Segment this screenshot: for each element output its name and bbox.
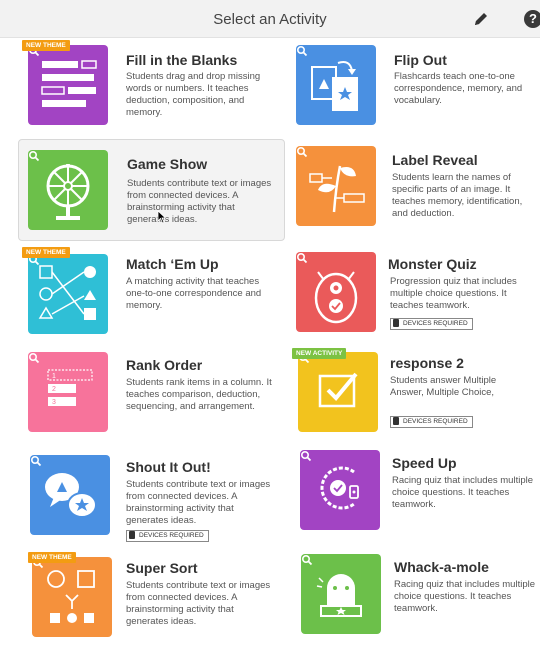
sort-shapes-icon — [47, 570, 95, 623]
phone-icon — [393, 319, 399, 328]
activity-tile[interactable] — [296, 45, 376, 125]
activity-card-flip-out[interactable]: Flip Out Flashcards teach one-to-one cor… — [290, 42, 540, 132]
activity-title: Rank Order — [126, 357, 203, 373]
monster-icon — [314, 271, 358, 324]
new-activity-badge: NEW ACTIVITY — [292, 348, 347, 359]
activity-description: Racing quiz that includes multiple choic… — [394, 579, 535, 614]
activity-card-speed-up[interactable]: Speed Up Racing quiz that includes multi… — [290, 446, 540, 538]
activity-tile[interactable] — [28, 45, 108, 125]
phone-icon — [393, 417, 399, 426]
mouse-cursor-icon — [157, 210, 167, 224]
activity-card-shout-it-out[interactable]: Shout It Out! Students contribute text o… — [22, 450, 284, 546]
activity-description: Students contribute text or images from … — [126, 479, 271, 526]
activity-title: Shout It Out! — [126, 459, 211, 475]
activity-description: Racing quiz that includes multiple choic… — [392, 475, 533, 510]
activity-description: Students rank items in a column. It teac… — [126, 377, 272, 412]
activity-description: Flashcards teach one-to-one corresponden… — [394, 71, 523, 106]
header-bar: Select an Activity ? — [0, 0, 540, 38]
zoom-icon[interactable] — [300, 450, 312, 462]
activity-card-game-show[interactable]: Game Show Students contribute text or im… — [18, 139, 285, 241]
activity-title: Whack-a-mole — [394, 559, 489, 575]
phone-icon — [129, 531, 135, 540]
rank-item: 3 — [52, 399, 56, 406]
activity-description: Progression quiz that includes multiple … — [390, 276, 517, 311]
activity-description: A matching activity that teaches one-to-… — [126, 276, 262, 311]
activity-title: Super Sort — [126, 560, 198, 576]
activity-tile[interactable] — [301, 554, 381, 634]
mole-icon — [316, 574, 362, 617]
activity-tile[interactable] — [28, 254, 108, 334]
zoom-icon[interactable] — [28, 352, 40, 364]
devices-required-badge: DEVICES REQUIRED — [390, 318, 473, 330]
prize-wheel-icon — [46, 164, 90, 220]
activity-card-super-sort[interactable]: NEW THEME Super Sort Students contribute… — [22, 550, 284, 644]
activity-card-response-2[interactable]: NEW ACTIVITY response 2 Students answer … — [290, 346, 540, 438]
activity-title: response 2 — [390, 355, 464, 371]
rank-item: 2 — [52, 386, 56, 393]
activity-card-whack-a-mole[interactable]: Whack-a-mole Racing quiz that includes m… — [290, 550, 540, 642]
zoom-icon[interactable] — [28, 150, 40, 162]
activity-title: Fill in the Blanks — [126, 52, 238, 68]
new-theme-badge: NEW THEME — [22, 40, 70, 51]
activity-tile[interactable]: 1 2 3 — [28, 352, 108, 432]
activity-title: Label Reveal — [392, 152, 478, 168]
checkbox-icon — [318, 372, 358, 408]
speech-bubbles-icon — [45, 473, 97, 518]
pencil-icon[interactable] — [472, 10, 490, 28]
activity-title: Flip Out — [394, 52, 447, 68]
page-title: Select an Activity — [213, 11, 327, 28]
rank-item: 1 — [52, 373, 56, 380]
zoom-icon[interactable] — [296, 146, 308, 158]
matching-icon — [38, 265, 96, 320]
activity-description: Students contribute text or images from … — [127, 178, 272, 225]
zoom-icon[interactable] — [30, 455, 42, 467]
speedometer-icon — [320, 466, 359, 510]
activity-title: Game Show — [127, 156, 208, 172]
activity-description: Students learn the names of specific par… — [392, 172, 523, 219]
zoom-icon[interactable] — [296, 252, 308, 264]
activity-description: Students drag and drop missing words or … — [126, 71, 261, 118]
activity-description: Students contribute text or images from … — [126, 580, 271, 627]
activity-card-monster-quiz[interactable]: Monster Quiz Progression quiz that inclu… — [290, 246, 540, 338]
activity-tile[interactable] — [296, 252, 376, 332]
activity-tile[interactable] — [28, 150, 108, 230]
activity-card-fill-in-the-blanks[interactable]: NEW THEME Fill in the Blanks Students dr… — [22, 40, 284, 132]
new-theme-badge: NEW THEME — [28, 552, 76, 563]
activity-card-rank-order[interactable]: 1 2 3 Rank Order Students rank items in … — [22, 346, 284, 438]
zoom-icon[interactable] — [301, 554, 313, 566]
new-theme-badge: NEW THEME — [22, 247, 70, 258]
activity-tile[interactable] — [296, 146, 376, 226]
plant-label-icon — [309, 165, 365, 213]
activity-title: Monster Quiz — [388, 256, 477, 272]
help-icon[interactable]: ? — [524, 10, 540, 28]
flashcards-icon — [311, 61, 358, 111]
activity-card-match-em-up[interactable]: NEW THEME Match ‘Em Up A matching activi… — [22, 246, 284, 338]
activity-tile[interactable] — [32, 557, 112, 637]
rank-list-icon: 1 2 3 — [47, 369, 93, 406]
activity-tile[interactable] — [30, 455, 110, 535]
activity-description: Students answer Multiple Answer, Multipl… — [390, 375, 497, 398]
zoom-icon[interactable] — [296, 45, 308, 57]
devices-required-badge: DEVICES REQUIRED — [126, 530, 209, 542]
activity-tile[interactable] — [300, 450, 380, 530]
blanks-icon — [41, 60, 97, 107]
activity-card-label-reveal[interactable]: Label Reveal Students learn the names of… — [290, 142, 540, 234]
devices-required-badge: DEVICES REQUIRED — [390, 416, 473, 428]
activity-title: Speed Up — [392, 455, 457, 471]
activity-tile[interactable] — [298, 352, 378, 432]
activity-title: Match ‘Em Up — [126, 256, 219, 272]
